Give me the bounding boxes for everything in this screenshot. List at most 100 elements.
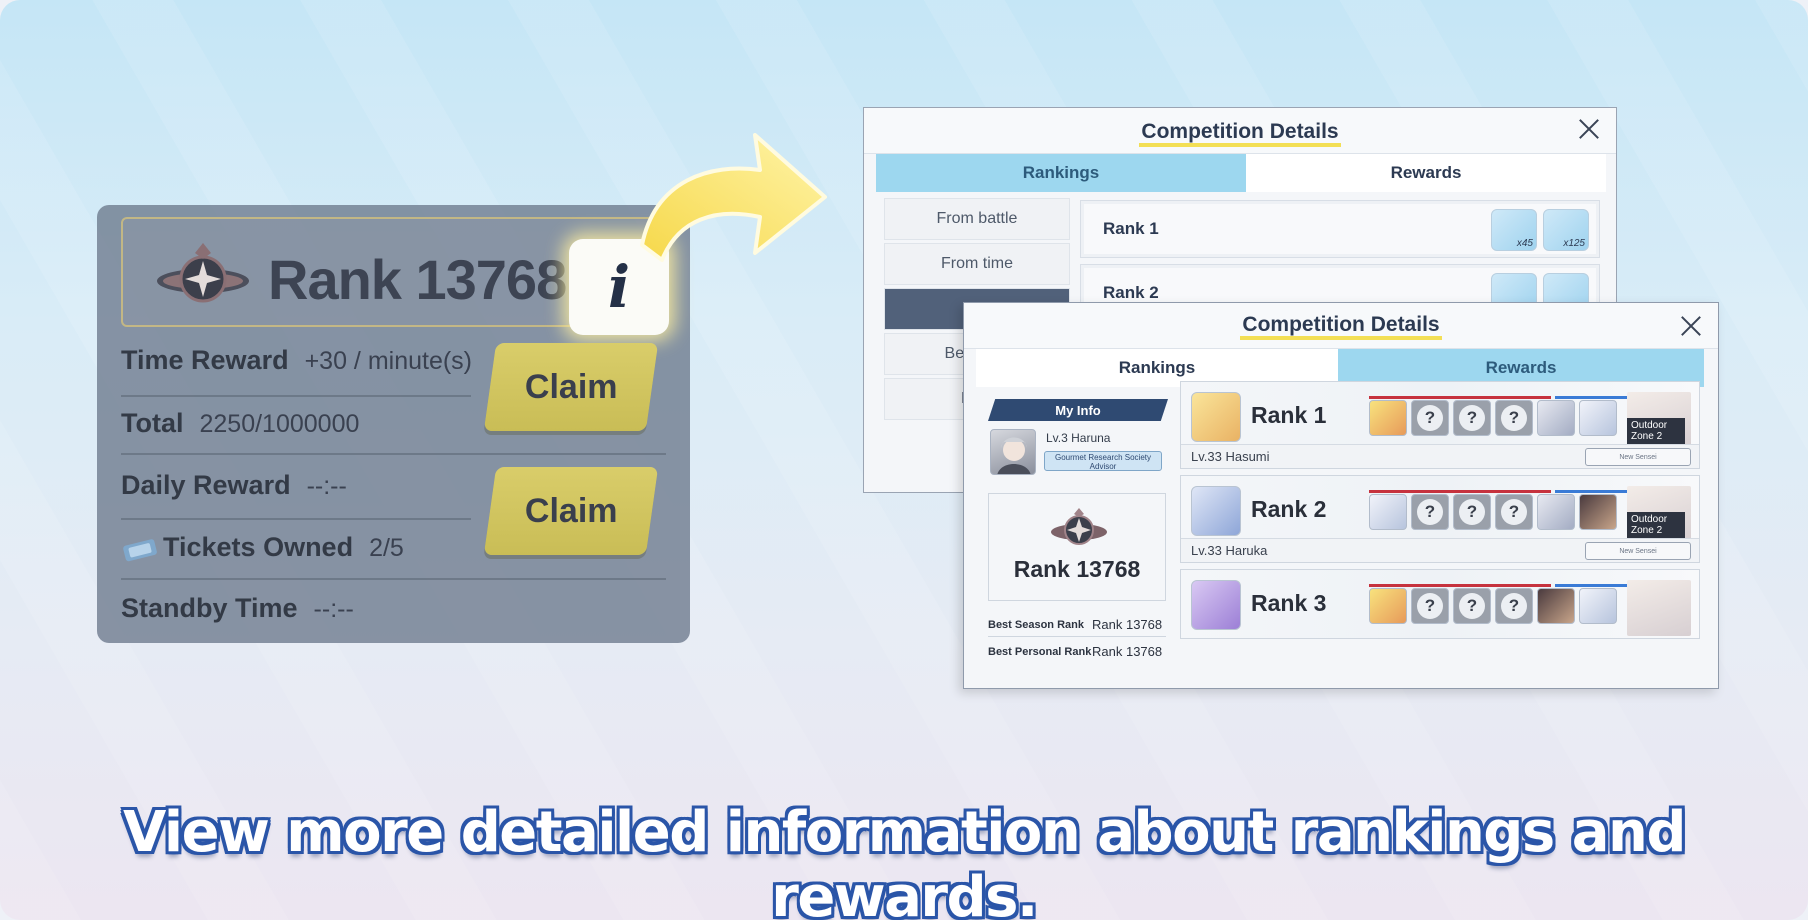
avatar bbox=[1191, 580, 1241, 630]
unknown-slot: ? bbox=[1411, 588, 1449, 624]
ticket-icon: x125 bbox=[1543, 209, 1589, 251]
claim-time-reward-button[interactable]: Claim bbox=[483, 343, 659, 431]
my-level-name: Lv.3 Haruna bbox=[1046, 431, 1111, 445]
unknown-slot: ? bbox=[1495, 400, 1533, 436]
character-slot bbox=[1537, 400, 1575, 436]
dialog-header: Competition Details bbox=[964, 303, 1718, 349]
team-bar bbox=[1369, 490, 1551, 493]
side-item-from-time[interactable]: From time bbox=[884, 243, 1070, 285]
zone-label: Outdoor Zone 2 bbox=[1627, 512, 1685, 538]
character-slot bbox=[1369, 588, 1407, 624]
rank-label: Rank 3 bbox=[1251, 590, 1327, 616]
screen: Rank 13768 i Time Reward +30 / minute(s) … bbox=[0, 0, 1808, 920]
team-bar bbox=[1369, 584, 1551, 587]
player-name: Lv.33 Hasumi bbox=[1191, 449, 1270, 464]
unknown-slot: ? bbox=[1453, 588, 1491, 624]
player-name: Lv.33 Haruka bbox=[1191, 543, 1268, 558]
time-reward-value: +30 / minute(s) bbox=[304, 347, 473, 375]
tickets-label: Tickets Owned bbox=[163, 532, 354, 562]
claim-daily-reward-button[interactable]: Claim bbox=[483, 467, 659, 555]
avatar bbox=[990, 429, 1036, 475]
unknown-slot: ? bbox=[1453, 400, 1491, 436]
my-info-header: My Info bbox=[988, 399, 1168, 421]
battlefield-thumbnail: Outdoor Zone 2 bbox=[1627, 392, 1691, 448]
curved-arrow-icon bbox=[640, 133, 827, 262]
divider bbox=[121, 395, 471, 397]
claim-label: Claim bbox=[524, 367, 618, 406]
reward-row: Rank 1 x45 x125 bbox=[1080, 200, 1600, 258]
avatar bbox=[1191, 486, 1241, 536]
unknown-slot: ? bbox=[1495, 494, 1533, 530]
ranking-row[interactable]: Rank 1 ? ? ? Outdoor Zone 2 Lv.33 Hasumi… bbox=[1180, 381, 1700, 469]
character-slot bbox=[1579, 400, 1617, 436]
tickets-row: Tickets Owned 2/5 bbox=[121, 532, 404, 563]
ranking-row[interactable]: Rank 3 ? ? ? bbox=[1180, 569, 1700, 639]
divider bbox=[121, 578, 666, 580]
team-bar bbox=[1555, 584, 1635, 587]
unknown-slot: ? bbox=[1495, 588, 1533, 624]
team-slots: ? ? ? bbox=[1369, 494, 1617, 530]
character-slot bbox=[1579, 588, 1617, 624]
best-personal-rank: Best Personal Rank Rank 13768 bbox=[988, 644, 1163, 659]
character-slot bbox=[1369, 494, 1407, 530]
character-slot bbox=[1369, 400, 1407, 436]
battlefield-thumbnail bbox=[1627, 580, 1691, 636]
rank-emblem-icon bbox=[1051, 508, 1107, 545]
rank-status-panel: Rank 13768 i Time Reward +30 / minute(s) … bbox=[97, 205, 690, 643]
rank-box: Rank 13768 i bbox=[121, 217, 669, 335]
ranking-footer: Lv.33 Haruka New Sensei bbox=[1181, 538, 1699, 562]
battlefield-thumbnail: Outdoor Zone 2 bbox=[1627, 486, 1691, 542]
dialog-header: Competition Details bbox=[864, 108, 1616, 154]
avatar bbox=[1191, 392, 1241, 442]
character-slot bbox=[1579, 494, 1617, 530]
unknown-slot: ? bbox=[1453, 494, 1491, 530]
character-slot bbox=[1537, 494, 1575, 530]
ranking-row[interactable]: Rank 2 ? ? ? Outdoor Zone 2 Lv.33 Haruka… bbox=[1180, 475, 1700, 563]
daily-reward-row: Daily Reward --:-- bbox=[121, 470, 347, 501]
divider bbox=[988, 636, 1166, 637]
team-bar bbox=[1555, 396, 1635, 399]
close-icon[interactable] bbox=[1578, 118, 1600, 140]
ranking-footer: Lv.33 Hasumi New Sensei bbox=[1181, 444, 1699, 468]
standby-row: Standby Time --:-- bbox=[121, 593, 354, 624]
tab-rewards[interactable]: Rewards bbox=[1246, 154, 1606, 192]
my-rank-label: Rank 13768 bbox=[1013, 556, 1141, 582]
time-reward-label: Time Reward bbox=[121, 345, 289, 375]
reward-rank-label: Rank 1 bbox=[1103, 219, 1159, 238]
unknown-slot: ? bbox=[1411, 400, 1449, 436]
zone-label: Outdoor Zone 2 bbox=[1627, 418, 1685, 444]
total-label: Total bbox=[121, 408, 184, 438]
standby-label: Standby Time bbox=[121, 593, 298, 623]
divider bbox=[121, 518, 471, 520]
daily-reward-value: --:-- bbox=[306, 472, 347, 500]
best-season-rank: Best Season Rank Rank 13768 bbox=[988, 617, 1163, 632]
player-button[interactable]: New Sensei bbox=[1585, 448, 1691, 466]
side-item-from-battle[interactable]: From battle bbox=[884, 198, 1070, 240]
total-row: Total 2250/1000000 bbox=[121, 408, 359, 439]
tickets-value: 2/5 bbox=[369, 534, 404, 562]
rank-label: Rank 2 bbox=[1251, 496, 1327, 522]
claim-label: Claim bbox=[524, 491, 618, 530]
daily-reward-label: Daily Reward bbox=[121, 470, 291, 500]
rank-label: Rank 1 bbox=[1251, 402, 1327, 428]
close-icon[interactable] bbox=[1680, 315, 1702, 337]
team-slots: ? ? ? bbox=[1369, 400, 1617, 436]
unknown-slot: ? bbox=[1411, 494, 1449, 530]
title-badge: Gourmet Research Society Advisor bbox=[1044, 451, 1162, 471]
tab-rankings[interactable]: Rankings bbox=[876, 154, 1246, 192]
tab-bar: Rankings Rewards bbox=[876, 154, 1606, 192]
time-reward-row: Time Reward +30 / minute(s) bbox=[121, 345, 472, 376]
competition-details-dialog-rankings: Competition Details Rankings Rewards My … bbox=[963, 302, 1719, 689]
team-slots: ? ? ? bbox=[1369, 588, 1617, 624]
rank-label: Rank 13768 bbox=[268, 248, 567, 311]
crystal-icon: x45 bbox=[1491, 209, 1537, 251]
rank-emblem-icon bbox=[157, 243, 249, 303]
my-rank-card: Rank 13768 bbox=[988, 493, 1166, 601]
total-value: 2250/1000000 bbox=[199, 410, 360, 438]
divider bbox=[121, 453, 666, 455]
ticket-icon bbox=[123, 539, 157, 562]
player-button[interactable]: New Sensei bbox=[1585, 542, 1691, 560]
dialog-title: Competition Details bbox=[864, 120, 1616, 147]
team-bar bbox=[1369, 396, 1551, 399]
team-bar bbox=[1555, 490, 1635, 493]
